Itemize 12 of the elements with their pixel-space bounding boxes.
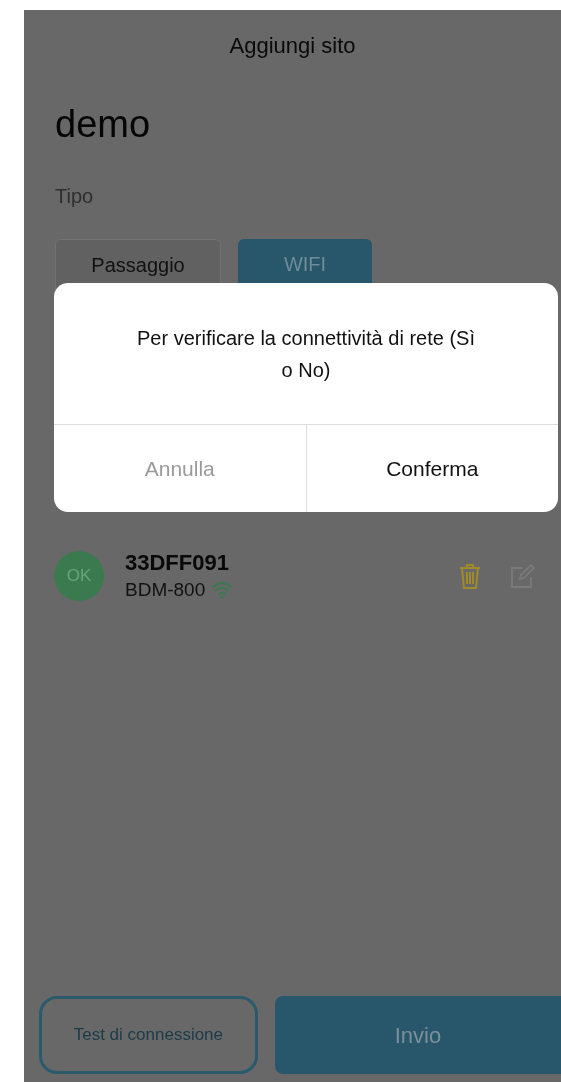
page-title: Aggiungi sito: [229, 31, 356, 60]
field-label: Tipo: [55, 185, 94, 207]
cancel-button[interactable]: Annulla: [54, 425, 307, 512]
device-model: BDM-800: [125, 578, 206, 602]
confirm-button[interactable]: Conferma: [306, 425, 558, 512]
dialog-message: Per verificare la connettività di rete (Sì o No): [136, 325, 476, 383]
submit-button[interactable]: Invio: [274, 996, 561, 1074]
trash-icon[interactable]: [459, 563, 481, 589]
device-id: 33DFF091: [125, 549, 230, 577]
connection-test-button[interactable]: Test di connessione: [39, 996, 258, 1074]
site-name: demo: [55, 103, 151, 145]
wifi-icon: [211, 581, 234, 599]
